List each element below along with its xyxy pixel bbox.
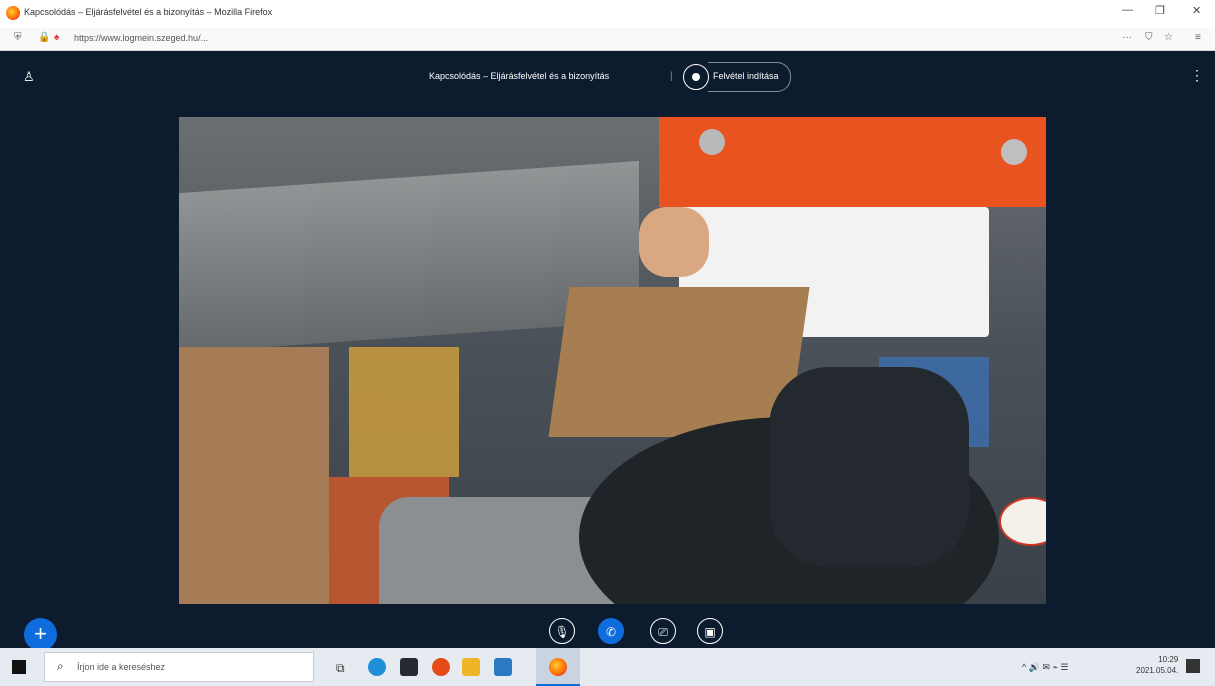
clock-time: 10:29 xyxy=(1158,655,1179,664)
call-button[interactable]: ✆ xyxy=(598,618,624,644)
phone-icon: ✆ xyxy=(605,625,617,639)
header-separator: | xyxy=(670,71,673,82)
close-button[interactable]: ✕ xyxy=(1192,4,1201,17)
edge-icon[interactable] xyxy=(368,658,386,676)
firefox-logo-icon xyxy=(6,6,20,20)
record-label[interactable]: Felvétel indítása xyxy=(713,71,779,81)
meeting-title: Kapcsolódás – Eljárásfelvétel és a bizon… xyxy=(429,71,610,81)
taskbar-clock[interactable]: 10:29 2021.05.04. xyxy=(1136,654,1178,676)
pocket-icon[interactable]: ⛉ xyxy=(1145,32,1153,43)
clock-date: 2021.05.04. xyxy=(1136,666,1179,675)
share-screen-icon: ▣ xyxy=(704,625,716,639)
mail-icon[interactable] xyxy=(494,658,512,676)
url-text[interactable]: https://www.logmein.szeged.hu/... xyxy=(74,33,208,43)
explorer-icon[interactable] xyxy=(462,658,480,676)
ellipsis-icon[interactable]: ··· xyxy=(1122,32,1132,43)
record-icon[interactable] xyxy=(683,64,709,90)
star-icon[interactable]: ☆ xyxy=(1164,32,1173,43)
search-icon: ⌕ xyxy=(57,659,64,673)
share-button[interactable]: ▣ xyxy=(697,618,723,644)
maximize-button[interactable]: ❐ xyxy=(1155,4,1165,17)
window-title: Kapcsolódás – Eljárásfelvétel és a bizon… xyxy=(24,7,273,17)
meeting-app: ♙ Kapcsolódás – Eljárásfelvétel és a biz… xyxy=(0,51,1215,648)
store-icon[interactable] xyxy=(400,658,418,676)
shield-icon[interactable]: ⛨ xyxy=(14,32,22,43)
plus-icon: + xyxy=(34,621,47,646)
camera-off-icon: ⎚ xyxy=(658,625,668,639)
meeting-header: ♙ Kapcsolódás – Eljárásfelvétel és a biz… xyxy=(0,51,1215,96)
office-icon[interactable] xyxy=(432,658,450,676)
address-bar[interactable]: ⛨ 🔒 ♠ https://www.logmein.szeged.hu/... … xyxy=(0,28,1215,51)
add-button[interactable]: + xyxy=(24,618,57,651)
video-feed xyxy=(179,117,1046,604)
windows-start-icon[interactable] xyxy=(12,660,26,674)
firefox-icon xyxy=(549,658,567,676)
hamburger-icon[interactable]: ≡ xyxy=(1195,32,1201,43)
mic-off-icon: 🎙 xyxy=(554,625,570,639)
permission-icon[interactable]: ♠ xyxy=(54,32,59,43)
task-view-icon[interactable]: ⧉ xyxy=(336,661,345,676)
windows-taskbar: ⌕ Írjon ide a kereséshez ⧉ ^ 🔊 ✉ ⌁ ☰ 10:… xyxy=(0,648,1215,686)
firefox-taskbar-button[interactable] xyxy=(536,648,580,686)
browser-titlebar: Kapcsolódás – Eljárásfelvétel és a bizon… xyxy=(0,0,1215,28)
system-tray-icons[interactable]: ^ 🔊 ✉ ⌁ ☰ xyxy=(1022,662,1068,673)
taskbar-search-box[interactable]: ⌕ Írjon ide a kereséshez xyxy=(44,652,314,682)
video-off-button[interactable]: ⎚ xyxy=(650,618,676,644)
kebab-icon[interactable]: ⋮ xyxy=(1190,67,1204,84)
lock-icon[interactable]: 🔒 xyxy=(38,32,50,43)
search-placeholder: Írjon ide a kereséshez xyxy=(77,662,166,672)
mic-off-button[interactable]: 🎙 xyxy=(549,618,575,644)
minimize-button[interactable]: — xyxy=(1122,4,1133,16)
user-icon[interactable]: ♙ xyxy=(23,69,35,85)
notification-icon[interactable] xyxy=(1186,659,1200,673)
